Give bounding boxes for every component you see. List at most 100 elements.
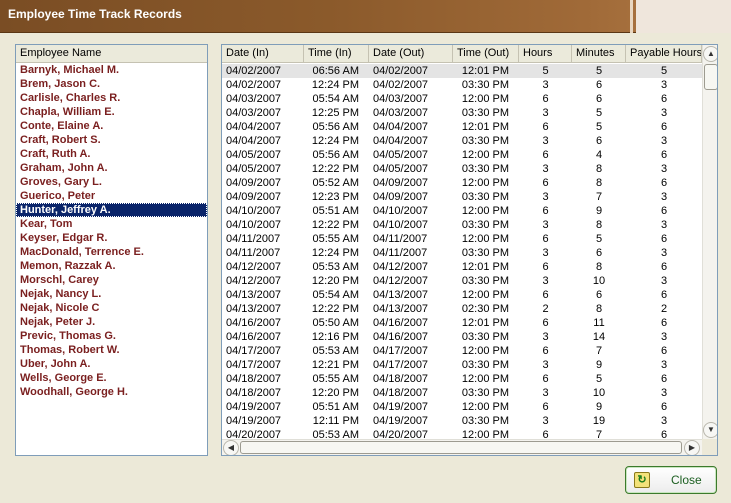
table-row[interactable]: 04/20/2007 05:53 AM 04/20/2007 12:00 PM 6 7 6 [222, 428, 702, 439]
table-row[interactable]: 04/19/2007 05:51 AM 04/19/2007 12:00 PM 6 9 6 [222, 400, 702, 414]
cell-hours: 3 [542, 191, 549, 203]
table-row[interactable]: 04/17/2007 12:21 PM 04/17/2007 03:30 PM 3 9 3 [222, 358, 702, 372]
table-row[interactable]: 04/12/2007 05:53 AM 04/12/2007 12:01 PM 6 8 6 [222, 260, 702, 274]
employee-list-item[interactable]: Guerico, Peter [16, 189, 207, 203]
cell-payable-hours: 6 [660, 401, 668, 413]
cell-hours: 6 [542, 205, 549, 217]
table-row[interactable]: 04/18/2007 12:20 PM 04/18/2007 03:30 PM 3 10 3 [222, 386, 702, 400]
cell-time-in: 06:56 AM [312, 65, 359, 77]
cell-date-out: 04/12/2007 [373, 275, 429, 287]
cell-date-out: 04/10/2007 [373, 205, 429, 217]
vertical-scroll-thumb[interactable] [704, 64, 717, 90]
table-row[interactable]: 04/02/2007 06:56 AM 04/02/2007 12:01 PM 5 5 5 [222, 64, 702, 78]
employee-list-item[interactable]: Nejak, Nancy L. [16, 287, 207, 301]
cell-hours: 6 [542, 233, 549, 245]
table-row[interactable]: 04/17/2007 05:53 AM 04/17/2007 12:00 PM 6 7 6 [222, 344, 702, 358]
employee-list-item[interactable]: Craft, Robert S. [16, 133, 207, 147]
column-header-payable-hours[interactable]: Payable Hours [626, 45, 702, 62]
column-header-time-out[interactable]: Time (Out) [453, 45, 519, 62]
cell-date-out: 04/19/2007 [373, 401, 429, 413]
table-row[interactable]: 04/09/2007 12:23 PM 04/09/2007 03:30 PM 3 7 3 [222, 190, 702, 204]
employee-list-item[interactable]: Brem, Jason C. [16, 77, 207, 91]
cell-date-out: 04/17/2007 [373, 345, 429, 357]
table-row[interactable]: 04/09/2007 05:52 AM 04/09/2007 12:00 PM 6 8 6 [222, 176, 702, 190]
cell-payable-hours: 3 [660, 219, 668, 231]
table-row[interactable]: 04/12/2007 12:20 PM 04/12/2007 03:30 PM 3 10 3 [222, 274, 702, 288]
employee-list-item[interactable]: Memon, Razzak A. [16, 259, 207, 273]
cell-date-in: 04/13/2007 [226, 289, 282, 301]
employee-list-item[interactable]: Uber, John A. [16, 357, 207, 371]
employee-list-item[interactable]: Carlisle, Charles R. [16, 91, 207, 105]
employee-list-item[interactable]: Groves, Gary L. [16, 175, 207, 189]
cell-date-out: 04/05/2007 [373, 163, 429, 175]
table-row[interactable]: 04/05/2007 05:56 AM 04/05/2007 12:00 PM 6 4 6 [222, 148, 702, 162]
employee-list-item[interactable]: Keyser, Edgar R. [16, 231, 207, 245]
employee-list-item[interactable]: Wells, George E. [16, 371, 207, 385]
table-row[interactable]: 04/04/2007 05:56 AM 04/04/2007 12:01 PM 6 5 6 [222, 120, 702, 134]
employee-list-item[interactable]: Thomas, Robert W. [16, 343, 207, 357]
employee-list-item[interactable]: Chapla, William E. [16, 105, 207, 119]
employee-list-item[interactable]: MacDonald, Terrence E. [16, 245, 207, 259]
employee-list-item[interactable]: Nejak, Peter J. [16, 315, 207, 329]
cell-time-in: 12:11 PM [312, 415, 359, 427]
cell-hours: 6 [542, 345, 549, 357]
table-row[interactable]: 04/13/2007 05:54 AM 04/13/2007 12:00 PM 6 6 6 [222, 288, 702, 302]
employee-list-item[interactable]: Craft, Ruth A. [16, 147, 207, 161]
employee-list-item[interactable]: Graham, John A. [16, 161, 207, 175]
cell-time-in: 05:53 AM [312, 345, 359, 357]
employee-list-item[interactable]: Hunter, Jeffrey A. [16, 203, 207, 217]
column-header-hours[interactable]: Hours [519, 45, 572, 62]
column-header-date-in[interactable]: Date (In) [222, 45, 304, 62]
scroll-up-icon[interactable]: ▲ [703, 46, 717, 62]
table-row[interactable]: 04/04/2007 12:24 PM 04/04/2007 03:30 PM 3 6 3 [222, 134, 702, 148]
cell-minutes: 6 [595, 79, 603, 91]
table-row[interactable]: 04/18/2007 05:55 AM 04/18/2007 12:00 PM 6 5 6 [222, 372, 702, 386]
scroll-down-icon[interactable]: ▼ [703, 422, 717, 438]
vertical-scrollbar[interactable]: ▲ ▼ [702, 45, 717, 439]
employee-list-item[interactable]: Kear, Tom [16, 217, 207, 231]
table-row[interactable]: 04/03/2007 05:54 AM 04/03/2007 12:00 PM 6 6 6 [222, 92, 702, 106]
records-grid[interactable]: Date (In) Time (In) Date (Out) Time (Out… [221, 44, 718, 456]
table-row[interactable]: 04/13/2007 12:22 PM 04/13/2007 02:30 PM 2 8 2 [222, 302, 702, 316]
table-row[interactable]: 04/10/2007 12:22 PM 04/10/2007 03:30 PM 3 8 3 [222, 218, 702, 232]
employee-list-item[interactable]: Morschl, Carey [16, 273, 207, 287]
column-header-time-in[interactable]: Time (In) [304, 45, 369, 62]
employee-list-item[interactable]: Barnyk, Michael M. [16, 63, 207, 77]
cell-time-in: 12:20 PM [311, 387, 359, 399]
scroll-left-icon[interactable]: ◀ [223, 440, 239, 455]
cell-minutes: 7 [595, 191, 603, 203]
cell-minutes: 8 [595, 163, 603, 175]
table-row[interactable]: 04/10/2007 05:51 AM 04/10/2007 12:00 PM 6 9 6 [222, 204, 702, 218]
scroll-right-icon[interactable]: ▶ [684, 440, 700, 455]
table-row[interactable]: 04/05/2007 12:22 PM 04/05/2007 03:30 PM 3 8 3 [222, 162, 702, 176]
horizontal-scroll-thumb[interactable] [240, 441, 682, 454]
cell-minutes: 11 [593, 317, 605, 329]
cell-time-in: 12:23 PM [311, 191, 359, 203]
employee-list-item[interactable]: Conte, Elaine A. [16, 119, 207, 133]
column-header-minutes[interactable]: Minutes [572, 45, 626, 62]
close-button[interactable]: ↻ Close [625, 466, 717, 494]
close-button-label: Close [671, 473, 702, 487]
employee-list[interactable]: Employee Name Barnyk, Michael M. Brem, Ja… [15, 44, 208, 456]
table-row[interactable]: 04/02/2007 12:24 PM 04/02/2007 03:30 PM 3 6 3 [222, 78, 702, 92]
cell-date-out: 04/11/2007 [373, 233, 428, 245]
cell-date-out: 04/10/2007 [373, 219, 429, 231]
column-header-date-out[interactable]: Date (Out) [369, 45, 453, 62]
employee-list-item[interactable]: Previc, Thomas G. [16, 329, 207, 343]
cell-minutes: 9 [595, 401, 603, 413]
cell-time-in: 05:52 AM [312, 177, 359, 189]
table-row[interactable]: 04/03/2007 12:25 PM 04/03/2007 03:30 PM 3 5 3 [222, 106, 702, 120]
cell-time-in: 12:24 PM [311, 79, 359, 91]
employee-list-item[interactable]: Woodhall, George H. [16, 385, 207, 399]
table-row[interactable]: 04/11/2007 12:24 PM 04/11/2007 03:30 PM 3 6 3 [222, 246, 702, 260]
cell-date-in: 04/19/2007 [226, 401, 282, 413]
window-titlebar[interactable]: Employee Time Track Records [0, 0, 731, 33]
cell-date-out: 04/02/2007 [373, 65, 429, 77]
employee-list-item[interactable]: Nejak, Nicole C [16, 301, 207, 315]
table-row[interactable]: 04/19/2007 12:11 PM 04/19/2007 03:30 PM 3 19 3 [222, 414, 702, 428]
horizontal-scrollbar[interactable]: ◀ ▶ [222, 439, 702, 455]
table-row[interactable]: 04/16/2007 05:50 AM 04/16/2007 12:01 PM 6 11 6 [222, 316, 702, 330]
cell-hours: 3 [542, 331, 549, 343]
table-row[interactable]: 04/16/2007 12:16 PM 04/16/2007 03:30 PM 3 14 3 [222, 330, 702, 344]
table-row[interactable]: 04/11/2007 05:55 AM 04/11/2007 12:00 PM 6 5 6 [222, 232, 702, 246]
